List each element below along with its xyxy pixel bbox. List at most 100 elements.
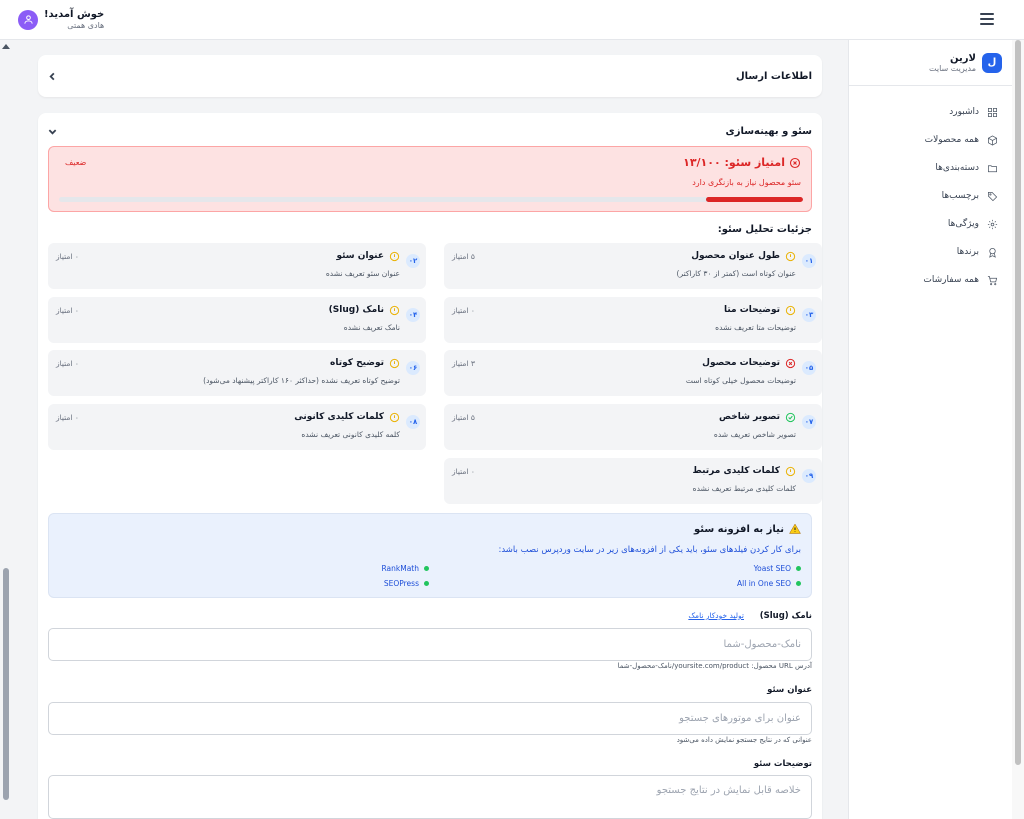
- brand[interactable]: ل لارین مدیریت سایت: [849, 40, 1012, 86]
- seo-item-desc: تصویر شاخص تعریف شده: [713, 430, 796, 439]
- content-scrollbar-thumb[interactable]: [3, 568, 9, 800]
- generate-slug-link[interactable]: تولید خودکار نامک: [688, 611, 744, 620]
- plugin-bullet: [796, 566, 801, 571]
- seo-score-progress-fill: [706, 197, 803, 202]
- slug-label: نامک (Slug): [759, 611, 812, 621]
- plugin-bullet: [424, 581, 429, 586]
- seo-item-number: ۰۲: [406, 254, 420, 268]
- plugin-notice-desc: برای کار کردن فیلدهای سئو، باید یکی از ا…: [498, 545, 801, 555]
- plugin-bullet: [424, 566, 429, 571]
- seo-item-score: ۵ امتیاز: [452, 413, 475, 422]
- seo-item-score: ۰ امتیاز: [56, 413, 79, 422]
- warning-circle-icon: [785, 251, 796, 262]
- seo-title-input[interactable]: [48, 702, 812, 735]
- seo-item-number: ۰۷: [802, 415, 816, 429]
- sidebar-item-categories[interactable]: دسته‌بندی‌ها: [849, 154, 1012, 182]
- seo-item: ۰۸ کلمات کلیدی کانونی کلمه کلیدی کانونی …: [48, 404, 426, 450]
- plugin-name: Yoast SEO: [753, 564, 791, 573]
- seo-score-badge: ضعیف: [65, 158, 87, 167]
- seo-card-header[interactable]: سئو و بهینه‌سازی: [38, 113, 822, 149]
- seo-item: ۰۴ نامک (Slug) نامک تعریف نشده ۰ امتیاز: [48, 297, 426, 343]
- warning-circle-icon: [389, 358, 400, 369]
- award-icon: [989, 247, 996, 258]
- plugin-bullet: [796, 581, 801, 586]
- sidebar-item-brands[interactable]: برندها: [849, 238, 1012, 266]
- gear-icon: [987, 219, 998, 229]
- content-scrollbar[interactable]: [0, 40, 12, 819]
- error-circle-icon: [789, 157, 801, 168]
- sidebar: ل لارین مدیریت سایت داشبورد همه محصولات …: [848, 40, 1012, 819]
- sidebar-item-tags[interactable]: برچسب‌ها: [849, 182, 1012, 210]
- plugin-name: RankMath: [381, 564, 420, 573]
- page-scrollbar-thumb[interactable]: [1015, 40, 1021, 765]
- sidebar-item-label: همه سفارشات: [923, 275, 979, 285]
- scroll-up-arrow-icon[interactable]: [2, 44, 10, 49]
- seo-desc-label: توضیحات سئو: [753, 759, 812, 769]
- seo-item: ۰۶ توضیح کوتاه توضیح کوتاه تعریف نشده (ح…: [48, 350, 426, 396]
- plugin-item: Yoast SEO: [754, 564, 801, 573]
- chevron-down-icon[interactable]: [48, 127, 57, 136]
- plugin-name: SEOPress: [383, 579, 419, 588]
- sidebar-item-products[interactable]: همه محصولات: [849, 126, 1012, 154]
- seo-item-title: تصویر شاخص: [719, 412, 780, 422]
- plugin-item: All in One SEO: [737, 579, 801, 588]
- plugin-notice-title: نیاز به افزونه سئو: [694, 523, 801, 535]
- seo-item: ۰۱ طول عنوان محصول عنوان کوتاه است (کمتر…: [444, 243, 822, 289]
- seo-item-title: طول عنوان محصول: [691, 251, 780, 261]
- menu-toggle-icon[interactable]: [980, 13, 994, 27]
- warning-circle-icon: [389, 251, 400, 262]
- seo-item-desc: عنوان کوتاه است (کمتر از ۳۰ کاراکتر): [676, 269, 796, 278]
- sidebar-item-dashboard[interactable]: داشبورد: [849, 98, 1012, 126]
- seo-item-score: ۰ امتیاز: [452, 306, 475, 315]
- box-icon: [988, 134, 997, 146]
- seo-item-desc: عنوان سئو تعریف نشده: [325, 269, 400, 278]
- shipping-card-title: اطلاعات ارسال: [735, 70, 812, 82]
- chevron-left-icon[interactable]: [48, 72, 57, 81]
- warning-circle-icon: [785, 466, 796, 477]
- seo-item: ۰۲ عنوان سئو عنوان سئو تعریف نشده ۰ امتی…: [48, 243, 426, 289]
- warning-circle-icon: [785, 305, 796, 316]
- seo-item-desc: توضیح کوتاه تعریف نشده (حداکثر ۱۶۰ کاراک…: [203, 376, 400, 385]
- seo-item-number: ۰۸: [406, 415, 420, 429]
- seo-item-title: توضیحات محصول: [702, 358, 780, 368]
- slug-input[interactable]: [48, 628, 812, 661]
- plugin-item: SEOPress: [384, 579, 429, 588]
- seo-item-number: ۰۵: [802, 361, 816, 375]
- sidebar-item-label: برچسب‌ها: [941, 191, 979, 201]
- seo-item-score: ۵ امتیاز: [452, 252, 475, 261]
- top-bar: خوش آمدید! هادی همتی: [0, 0, 1024, 40]
- seo-score-label: امتیاز سئو: ۱۳/۱۰۰: [683, 156, 785, 169]
- seo-item-desc: نامک تعریف نشده: [343, 323, 400, 332]
- plugin-notice-title-text: نیاز به افزونه سئو: [693, 523, 784, 535]
- seo-item: ۰۳ توضیحات متا توضیحات متا تعریف نشده ۰ …: [444, 297, 822, 343]
- seo-item-number: ۰۶: [406, 361, 420, 375]
- seo-item-number: ۰۳: [802, 308, 816, 322]
- avatar[interactable]: [18, 9, 38, 30]
- seo-item-score: ۳ امتیاز: [452, 359, 475, 368]
- seo-item-number: ۰۴: [406, 308, 420, 322]
- seo-score-title: امتیاز سئو: ۱۳/۱۰۰: [683, 156, 801, 169]
- warning-circle-icon: [389, 305, 400, 316]
- seo-item: ۰۷ تصویر شاخص تصویر شاخص تعریف شده ۵ امت…: [444, 404, 822, 450]
- seo-item-score: ۰ امتیاز: [56, 306, 79, 315]
- seo-item-number: ۰۱: [802, 254, 816, 268]
- seo-card-title: سئو و بهینه‌سازی: [725, 125, 812, 137]
- sidebar-item-label: همه محصولات: [924, 135, 979, 145]
- seo-desc-textarea[interactable]: [48, 775, 812, 819]
- user-name: هادی همتی: [67, 21, 105, 30]
- user-menu[interactable]: خوش آمدید! هادی همتی: [18, 9, 104, 30]
- page-scrollbar[interactable]: [1012, 40, 1024, 819]
- seo-item-title: توضیح کوتاه: [330, 358, 384, 368]
- brand-logo: ل: [982, 52, 1002, 73]
- sidebar-item-label: ویژگی‌ها: [947, 219, 979, 229]
- sidebar-item-orders[interactable]: همه سفارشات: [849, 266, 1012, 294]
- seo-item-desc: کلمات کلیدی مرتبط تعریف نشده: [692, 484, 796, 493]
- shipping-card-header[interactable]: اطلاعات ارسال: [38, 55, 822, 97]
- check-circle-icon: [785, 412, 796, 423]
- dashboard-icon: [988, 107, 997, 117]
- seo-item-number: ۰۹: [802, 469, 816, 483]
- brand-name: لارین: [950, 52, 976, 64]
- seo-details-title: جزئیات تحلیل سئو:: [717, 224, 812, 235]
- seo-score-message: سئو محصول نیاز به بازنگری دارد: [692, 178, 801, 187]
- sidebar-item-attributes[interactable]: ویژگی‌ها: [849, 210, 1012, 238]
